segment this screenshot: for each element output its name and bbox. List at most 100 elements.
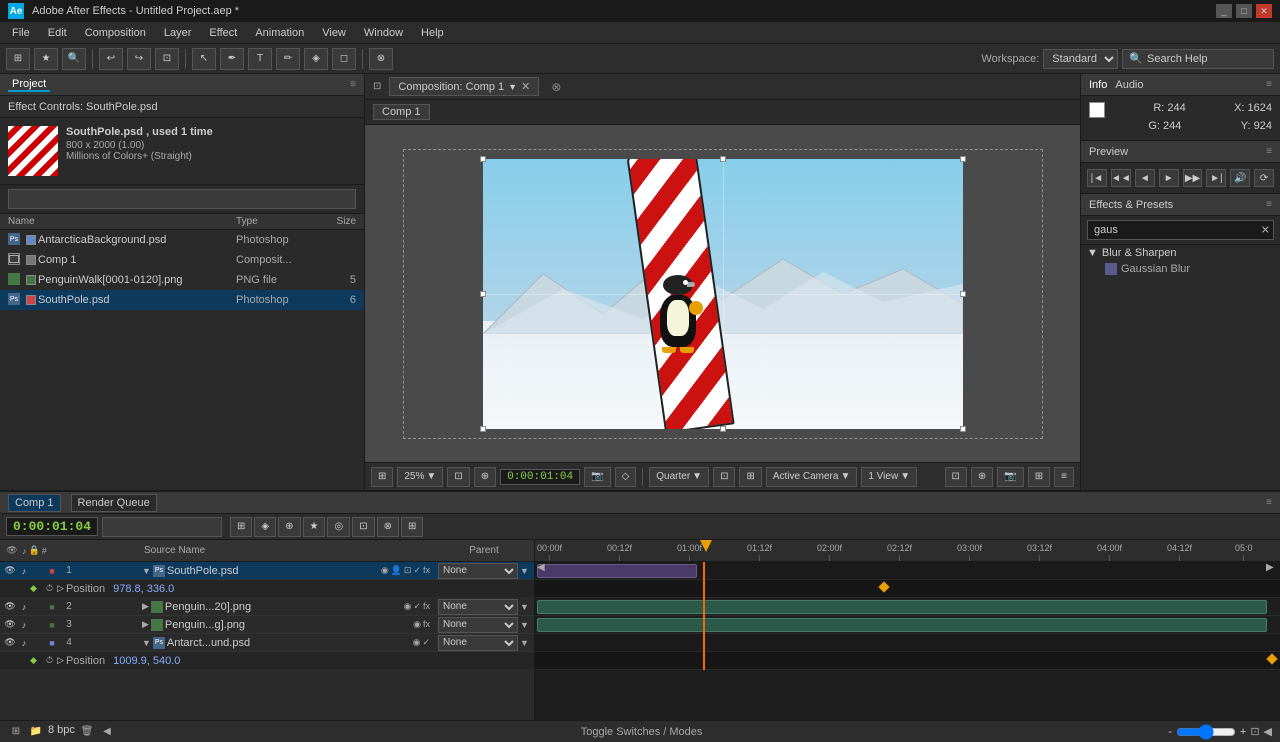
breadcrumb-comp1[interactable]: Comp 1 [373,104,430,120]
menu-window[interactable]: Window [356,25,411,41]
toolbar-brush[interactable]: ✏ [276,48,300,70]
toolbar-eraser[interactable]: ◻ [332,48,356,70]
menu-layer[interactable]: Layer [156,25,200,41]
menu-view[interactable]: View [314,25,354,41]
comp-tab-close[interactable]: ✕ [521,80,530,93]
layer-solo-1[interactable]: ◉ [381,565,389,576]
layer-effect-2[interactable]: fx [423,601,430,612]
tl-tool-7[interactable]: ⊗ [377,517,399,537]
toolbar-btn-1[interactable]: ⊞ [6,48,30,70]
viewport[interactable] [365,125,1080,462]
tl-tool-8[interactable]: ⊞ [401,517,423,537]
layer-lock-2[interactable] [32,601,44,613]
vp-quality[interactable]: Quarter ▼ [649,467,709,487]
status-icon-2[interactable]: 📁 [28,724,44,740]
menu-edit[interactable]: Edit [40,25,75,41]
status-icon-trash[interactable]: 🗑 [79,724,95,740]
zoom-fit[interactable]: ⊡ [1250,725,1259,738]
vp-comp-panel[interactable]: ⊞ [1028,467,1050,487]
menu-help[interactable]: Help [413,25,452,41]
vp-pixel[interactable]: ⊕ [474,467,496,487]
layer-vis-4[interactable]: 👁 [4,637,16,649]
menu-effect[interactable]: Effect [201,25,245,41]
tl-tool-5[interactable]: ◎ [327,517,350,537]
menu-animation[interactable]: Animation [247,25,312,41]
vp-camera-btn[interactable]: Active Camera ▼ [766,467,857,487]
layer-row-2[interactable]: 👁 ♪ ■ 2 ▶ Penguin...20].png ◉ ✓ f [0,598,534,616]
sub-stopwatch-1[interactable]: ⏱ [46,583,53,594]
layer-quality-2[interactable]: ✓ [413,601,421,612]
layer-row-1[interactable]: 👁 ♪ ■ 1 ▼ Ps SouthPole.psd ◉ 👤 ⊡ [0,562,534,580]
tl-tool-3[interactable]: ⊕ [278,517,300,537]
effects-search-clear[interactable]: ✕ [1261,224,1270,237]
zoom-slider[interactable] [1176,724,1236,740]
toolbar-text[interactable]: T [248,48,272,70]
project-item-comp1[interactable]: Comp 1 Composit... [0,250,364,270]
toolbar-roto[interactable]: ⊗ [369,48,393,70]
layer-row-4[interactable]: 👁 ♪ ■ 4 ▼ Ps Antarct...und.psd ◉ ✓ [0,634,534,652]
toolbar-pen[interactable]: ✒ [220,48,244,70]
maximize-button[interactable]: □ [1236,4,1252,18]
effect-category-blur[interactable]: ▼ Blur & Sharpen [1081,245,1280,261]
workspace-select[interactable]: Standard [1043,49,1118,69]
layer-parent-select-1[interactable]: None [438,563,518,579]
project-item-antarctica[interactable]: Ps AntarcticaBackground.psd Photoshop [0,230,364,250]
keyframe-4[interactable] [1266,653,1277,664]
comp-timecode[interactable]: 0:00:01:04 [500,469,580,485]
preview-prev-frame[interactable]: ◄◄ [1111,169,1131,187]
layer-parent-select-2[interactable]: None [438,599,518,615]
preview-panel-menu[interactable]: ≡ [1266,146,1272,157]
preview-play-fwd[interactable]: ▶▶ [1183,169,1203,187]
layer-lock-1[interactable] [32,565,44,577]
vp-toggle-1[interactable]: ⊡ [713,467,735,487]
tl-tab-render[interactable]: Render Queue [71,494,157,512]
zoom-minus[interactable]: - [1168,726,1172,738]
tl-tab-comp1[interactable]: Comp 1 [8,494,61,512]
project-item-southpole[interactable]: Ps SouthPole.psd Photoshop 6 [0,290,364,310]
layer-vis-2[interactable]: 👁 [4,601,16,613]
layer-expand-4[interactable]: ▼ [142,638,151,648]
layer-expand-1[interactable]: ▼ [142,566,151,576]
layer-row-3[interactable]: 👁 ♪ ■ 3 ▶ Penguin...g].png ◉ fx [0,616,534,634]
layer-quality-1[interactable]: ✓ [413,565,421,576]
vp-camera[interactable]: 📷 [584,467,610,487]
toolbar-btn-5[interactable]: ↪ [127,48,151,70]
layer-audio-4[interactable]: ♪ [18,637,30,649]
vp-zoom[interactable]: 25% ▼ [397,467,443,487]
layer-quality-4[interactable]: ✓ [422,637,430,648]
preview-audio[interactable]: 🔊 [1230,169,1250,187]
tab-audio[interactable]: Audio [1115,79,1143,91]
scroll-arrow-right[interactable]: ▶ [1266,562,1278,574]
preview-play-back[interactable]: ◄ [1135,169,1155,187]
project-search-input[interactable] [8,189,356,209]
status-icon-1[interactable]: ⊞ [8,724,24,740]
vp-menu[interactable]: ≡ [1054,467,1074,487]
sub-stopwatch-4[interactable]: ⏱ [46,655,53,666]
effects-panel-menu[interactable]: ≡ [1266,199,1272,210]
layer-collapse-1[interactable]: ⊡ [404,565,412,576]
minimize-button[interactable]: _ [1216,4,1232,18]
info-panel-menu[interactable]: ≡ [1266,79,1272,90]
toolbar-btn-2[interactable]: ★ [34,48,58,70]
vp-render[interactable]: ⊡ [945,467,967,487]
close-button[interactable]: ✕ [1256,4,1272,18]
layer-solo-4[interactable]: ◉ [413,637,421,648]
toolbar-btn-6[interactable]: ⊡ [155,48,179,70]
tab-info[interactable]: Info [1089,79,1107,91]
tl-tool-4[interactable]: ★ [303,517,326,537]
layer-solo-2[interactable]: ◉ [404,601,412,612]
panel-menu-icon[interactable]: ≡ [350,79,356,90]
keyframe-icon-4[interactable]: ◆ [30,655,42,666]
preview-play[interactable]: ► [1159,169,1179,187]
layer-audio-1[interactable]: ♪ [18,565,30,577]
menu-file[interactable]: File [4,25,38,41]
keyframe-1[interactable] [878,581,889,592]
sub-expand-1[interactable]: ▷ [57,583,64,594]
vp-fit[interactable]: ⊡ [447,467,469,487]
status-icon-prev[interactable]: ◀ [99,724,115,740]
effect-gaussian-blur[interactable]: Gaussian Blur [1081,261,1280,277]
tl-tool-6[interactable]: ⊡ [352,517,374,537]
layer-expand-2[interactable]: ▶ [142,601,149,612]
menu-composition[interactable]: Composition [77,25,154,41]
zoom-navigate-left[interactable]: ◀ [1264,725,1272,738]
